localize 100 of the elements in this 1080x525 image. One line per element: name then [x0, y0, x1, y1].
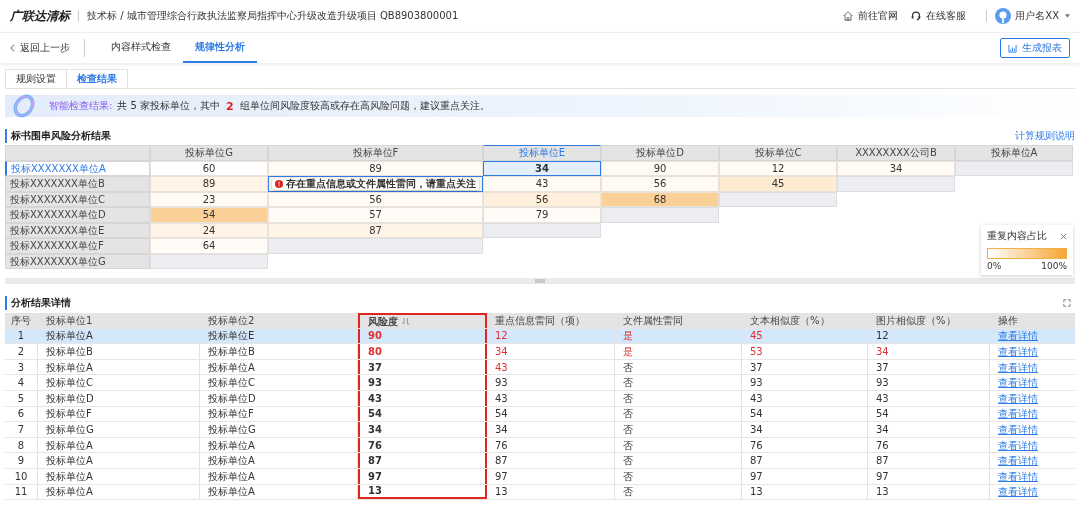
home-icon[interactable]: [842, 10, 855, 22]
table-row[interactable]: 11 投标单位A 投标单位A 13 13 否 13 13 查看详情: [5, 484, 1075, 501]
table-row[interactable]: 7 投标单位G 投标单位G 34 34 否 34 34 查看详情: [5, 422, 1075, 438]
column-header[interactable]: 投标单位D: [601, 145, 719, 161]
table-cell: 93: [358, 375, 487, 390]
table-cell: 投标单位E: [200, 328, 358, 344]
tab[interactable]: 检查结果: [66, 69, 128, 88]
legend-max: 100%: [1041, 261, 1067, 271]
column-header: 投标单位2: [200, 313, 358, 328]
heat-cell[interactable]: 57: [268, 207, 483, 223]
table-cell: 投标单位G: [200, 422, 358, 437]
details-link[interactable]: 查看详情: [998, 344, 1038, 359]
column-header: 投标单位1: [38, 313, 200, 328]
heat-cell[interactable]: 64: [150, 238, 268, 254]
header-link[interactable]: 在线客服: [926, 9, 967, 23]
details-link[interactable]: 查看详情: [998, 437, 1038, 453]
details-link[interactable]: 查看详情: [998, 406, 1038, 422]
table-cell: 80: [358, 344, 487, 359]
heat-cell[interactable]: 存在重点信息或文件属性雷同，请重点关注: [268, 176, 483, 192]
table-cell: 87: [868, 453, 990, 468]
details-link[interactable]: 查看详情: [998, 468, 1038, 484]
table-cell: 否: [615, 422, 742, 437]
table-cell: 投标单位C: [200, 375, 358, 390]
report-icon: [1008, 43, 1017, 53]
table-cell: 否: [615, 406, 742, 422]
column-header: 图片相似度（%）: [868, 313, 990, 328]
heat-cell[interactable]: 43: [483, 176, 601, 192]
column-header[interactable]: XXXXXXXX公司B: [837, 145, 955, 161]
column-header: 重点信息雷同（项）: [487, 313, 615, 328]
back-button[interactable]: 返回上一步: [10, 41, 70, 55]
rule-link[interactable]: 计算规则说明: [1015, 129, 1075, 143]
table-cell: 投标单位B: [200, 344, 358, 359]
table-cell: 投标单位A: [38, 359, 200, 375]
details-link[interactable]: 查看详情: [998, 421, 1038, 437]
column-header[interactable]: 投标单位G: [150, 145, 268, 161]
table-row[interactable]: 8 投标单位A 投标单位A 76 76 否 76 76 查看详情: [5, 437, 1075, 454]
table-cell: 投标单位A: [38, 453, 200, 468]
table-cell: 投标单位A: [200, 437, 358, 453]
table-cell: 否: [615, 437, 742, 453]
heat-cell[interactable]: 54: [150, 207, 268, 223]
column-header[interactable]: 投标单位A: [955, 145, 1073, 161]
report-button[interactable]: 生成报表: [1000, 38, 1070, 58]
column-header: 操作: [997, 313, 1019, 328]
nav-tab[interactable]: 规律性分析: [183, 33, 257, 63]
row-header[interactable]: 投标XXXXXXX单位D: [5, 207, 150, 223]
details-link[interactable]: 查看详情: [998, 453, 1038, 469]
sort-icon[interactable]: [402, 317, 410, 326]
heat-cell[interactable]: 45: [719, 176, 837, 192]
caret-icon[interactable]: [1065, 14, 1070, 18]
column-header: 序号: [5, 313, 38, 328]
table-row[interactable]: 6 投标单位F 投标单位F 54 54 否 54 54 查看详情: [5, 406, 1075, 423]
column-header[interactable]: 投标单位F: [268, 145, 483, 161]
legend-title: 重复内容占比: [987, 229, 1047, 243]
column-header[interactable]: 投标单位C: [719, 145, 837, 161]
details-link[interactable]: 查看详情: [998, 390, 1038, 406]
table-cell: 1: [5, 328, 38, 344]
row-header[interactable]: 投标XXXXXXX单位F: [5, 238, 150, 254]
table-cell: 否: [615, 375, 742, 390]
table-row[interactable]: 10 投标单位A 投标单位A 97 97 否 97 97 查看详情: [5, 468, 1075, 485]
table-cell: 2: [5, 344, 38, 359]
table-cell: 54: [358, 406, 487, 422]
heat-cell[interactable]: 89: [150, 176, 268, 192]
table-row[interactable]: 2 投标单位B 投标单位B 80 34 是 53 34 查看详情: [5, 344, 1075, 360]
table-cell: 97: [358, 468, 487, 484]
table-cell: 投标单位F: [38, 406, 200, 422]
details-link[interactable]: 查看详情: [998, 359, 1038, 375]
table-cell: 12: [487, 328, 615, 344]
heat-cell[interactable]: 79: [483, 207, 601, 223]
table-cell: 90: [358, 328, 487, 344]
table-row[interactable]: 9 投标单位A 投标单位A 87 87 否 87 87 查看详情: [5, 453, 1075, 469]
table-cell: 投标单位G: [38, 422, 200, 437]
table-cell: 4: [5, 375, 38, 390]
header-link[interactable]: 前往官网: [858, 9, 899, 23]
expand-icon[interactable]: [1063, 299, 1071, 307]
table-cell: 37: [868, 359, 990, 375]
table-row[interactable]: 5 投标单位D 投标单位D 43 43 否 43 43 查看详情: [5, 390, 1075, 407]
table-cell: 13: [487, 484, 615, 500]
user-name[interactable]: 用户名XX: [1015, 9, 1059, 23]
table-row[interactable]: 4 投标单位C 投标单位C 93 93 否 93 93 查看详情: [5, 375, 1075, 391]
drag-handle-icon[interactable]: [535, 279, 545, 283]
table-cell: 13: [358, 484, 487, 500]
table-cell: 否: [615, 359, 742, 375]
nav-tab[interactable]: 内容样式检查: [99, 33, 183, 63]
table-cell: 43: [742, 390, 868, 406]
table-cell: 投标单位A: [200, 468, 358, 484]
heat-cell[interactable]: 56: [601, 176, 719, 192]
table-cell: 34: [487, 344, 615, 359]
table-cell: 53: [742, 344, 868, 359]
table-cell: 投标单位F: [200, 406, 358, 422]
table-cell: 否: [615, 390, 742, 406]
avatar-icon[interactable]: [995, 8, 1012, 24]
table-cell: 9: [5, 453, 38, 468]
table-cell: 6: [5, 406, 38, 422]
table-row[interactable]: 3 投标单位A 投标单位A 37 43 否 37 37 查看详情: [5, 359, 1075, 376]
table-cell: 97: [742, 468, 868, 484]
headset-icon[interactable]: [910, 10, 923, 22]
row-header[interactable]: 投标XXXXXXX单位B: [5, 176, 150, 192]
details-link[interactable]: 查看详情: [998, 375, 1038, 391]
close-icon[interactable]: [1060, 232, 1067, 240]
details-link[interactable]: 查看详情: [998, 484, 1038, 500]
